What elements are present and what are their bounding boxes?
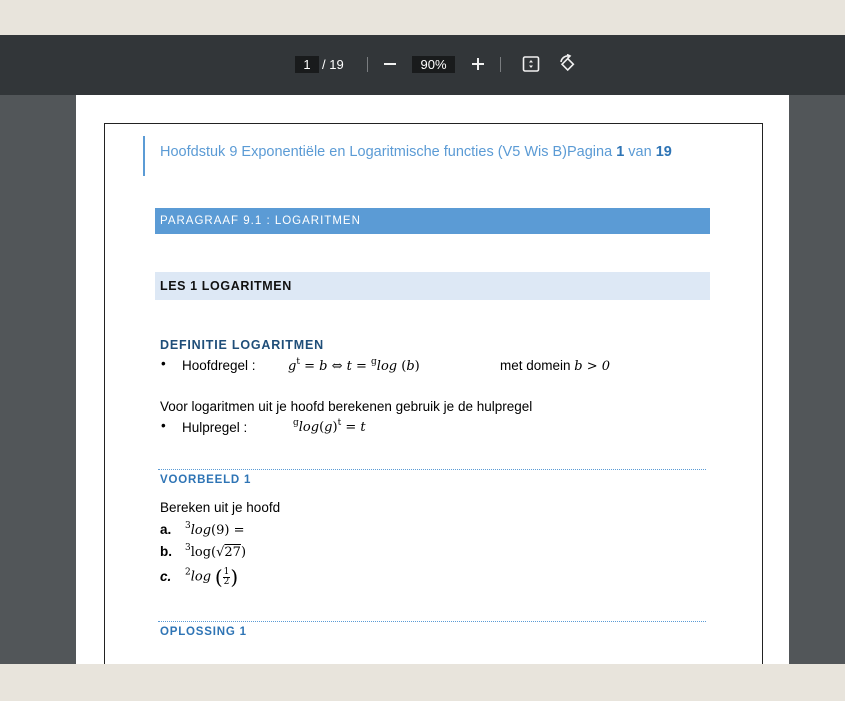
header-van: van	[624, 144, 656, 160]
rotate-icon	[560, 54, 575, 72]
hoofdregel-domain: met domein b > 0	[500, 358, 610, 374]
header-accent-bar	[143, 136, 145, 176]
fit-page-button[interactable]	[517, 50, 545, 78]
bullet-icon: •	[161, 418, 166, 433]
pdf-viewer: 1 / 19 90% Hoofdstuk 9 Exponentiële en L…	[0, 35, 845, 664]
plus-icon	[472, 58, 484, 70]
domain-text: met domein	[500, 358, 575, 373]
pdf-page: Hoofdstuk 9 Exponentiële en Logaritmisch…	[76, 95, 789, 664]
definitie-heading: DEFINITIE LOGARITMEN	[160, 338, 324, 352]
exercise-a: a. 3log(9) =	[160, 521, 245, 538]
page-border: Hoofdstuk 9 Exponentiële en Logaritmisch…	[104, 123, 763, 664]
hulpregel-formula: glog(g)t = t	[293, 418, 366, 435]
hoofdregel-formula: gt = b ⇔ t = glog (b)	[288, 357, 420, 374]
paragraph-heading: PARAGRAAF 9.1 : LOGARITMEN	[155, 208, 710, 234]
exercise-c: c. 2log (1 2)	[160, 565, 239, 589]
minus-icon	[384, 63, 396, 65]
toolbar-divider	[367, 57, 368, 72]
header-page-total: 19	[655, 144, 672, 160]
section-divider	[158, 621, 706, 622]
header-title: Hoofdstuk 9 Exponentiële en Logaritmisch…	[160, 144, 617, 160]
page-total: / 19	[322, 57, 344, 72]
page-header: Hoofdstuk 9 Exponentiële en Logaritmisch…	[160, 144, 672, 160]
zoom-in-button[interactable]	[464, 50, 492, 78]
pdf-toolbar: 1 / 19 90%	[0, 35, 845, 95]
rotate-button[interactable]	[553, 50, 581, 78]
zoom-out-button[interactable]	[376, 50, 404, 78]
section-divider	[158, 469, 706, 470]
voorbeeld-intro: Bereken uit je hoofd	[160, 500, 281, 515]
exercise-a-label: a.	[160, 522, 172, 537]
exercise-b: b. 3log(√27)	[160, 543, 247, 560]
toolbar-divider	[500, 57, 501, 72]
hoofdregel-label: Hoofdregel :	[182, 358, 256, 373]
bullet-icon: •	[161, 356, 166, 371]
lesson-heading: LES 1 LOGARITMEN	[155, 272, 710, 300]
voorbeeld-heading: VOORBEELD 1	[160, 474, 252, 486]
page-number-input[interactable]: 1	[295, 56, 319, 73]
exercise-c-label: c.	[160, 568, 172, 584]
exercise-b-label: b.	[160, 544, 172, 559]
domain-math: b > 0	[574, 359, 611, 374]
fit-page-icon	[522, 56, 540, 72]
hulpregel-intro: Voor logaritmen uit je hoofd berekenen g…	[160, 399, 533, 414]
zoom-input[interactable]: 90%	[412, 56, 455, 73]
hulpregel-label: Hulpregel :	[182, 420, 248, 435]
oplossing-heading: OPLOSSING 1	[160, 626, 247, 638]
